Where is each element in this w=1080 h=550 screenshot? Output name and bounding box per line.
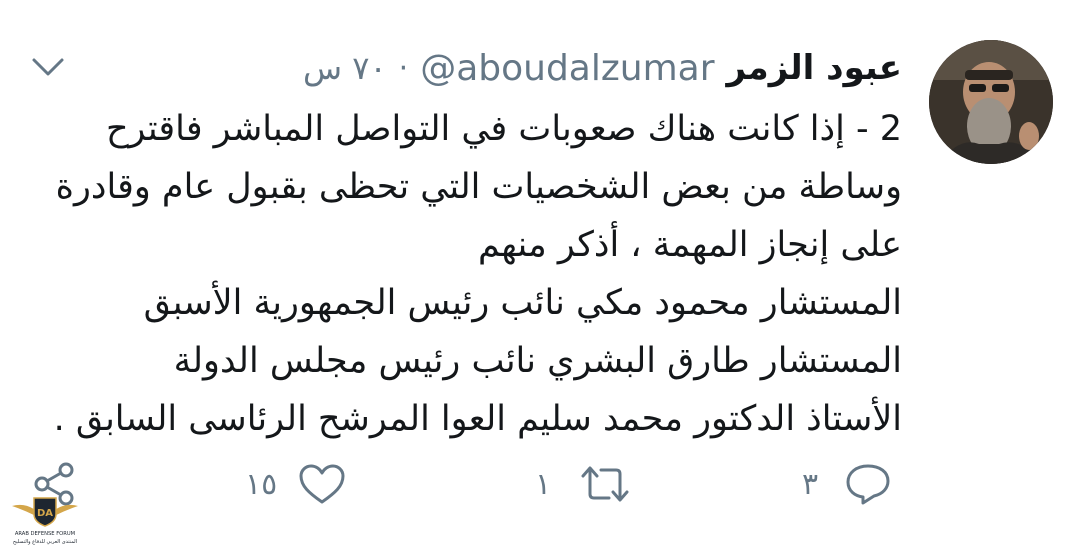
tweet-card[interactable]: عبود الزمر @aboudalzumar · ٧٠ س 2 - إذا … <box>0 0 1080 548</box>
tweet-actions: ٣ ١ ١٥ <box>0 450 1080 520</box>
watermark-badge-text: DA <box>37 508 53 519</box>
tweet-text: 2 - إذا كانت هناك صعوبات في التواصل المب… <box>42 100 902 448</box>
avatar-image <box>929 40 1053 164</box>
tweet-text-line: 2 - إذا كانت هناك صعوبات في التواصل المب… <box>105 109 902 149</box>
tweet-text-line: على إنجاز المهمة ، أذكر منهم <box>478 225 902 265</box>
heart-icon <box>297 462 347 506</box>
display-name[interactable]: عبود الزمر <box>727 48 902 88</box>
separator-dot: · <box>398 50 409 86</box>
retweet-count: ١ <box>535 466 552 502</box>
watermark-line-1: ARAB DEFENSE FORUM <box>15 531 75 537</box>
retweet-button[interactable]: ١ <box>535 458 633 510</box>
timestamp[interactable]: ٧٠ س <box>303 49 387 87</box>
tweet-text-line: الأستاذ الدكتور محمد سليم العوا المرشح ا… <box>53 399 902 439</box>
forum-watermark-logo: DA ARAB DEFENSE FORUM المنتدى العربي للد… <box>8 488 82 546</box>
like-count: ١٥ <box>245 466 278 502</box>
like-button[interactable]: ١٥ <box>245 458 347 510</box>
reply-icon <box>844 462 892 506</box>
tweet-header: عبود الزمر @aboudalzumar · ٧٠ س <box>303 42 902 94</box>
reply-count: ٣ <box>802 466 819 502</box>
watermark-line-2: المنتدى العربي للدفاع والتسليح <box>13 539 77 545</box>
chevron-down-icon[interactable] <box>30 52 66 82</box>
reply-button[interactable]: ٣ <box>802 458 892 510</box>
tweet-text-line: وساطة من بعض الشخصيات التي تحظى بقبول عا… <box>55 167 902 207</box>
username-handle[interactable]: @aboudalzumar <box>420 48 714 89</box>
tweet-text-line: المستشار طارق البشري نائب رئيس مجلس الدو… <box>173 341 902 381</box>
retweet-icon <box>577 462 633 506</box>
avatar[interactable] <box>929 40 1053 164</box>
tweet-text-line: المستشار محمود مكي نائب رئيس الجمهورية ا… <box>143 283 902 323</box>
